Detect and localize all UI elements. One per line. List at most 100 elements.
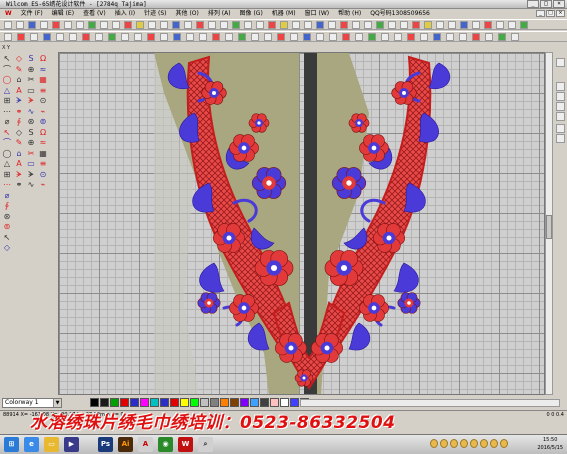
palette-tool-icon[interactable]: ≡: [38, 86, 48, 96]
color-swatch[interactable]: [130, 398, 139, 407]
palette-tool-icon[interactable]: ◇: [14, 54, 24, 64]
color-swatch[interactable]: [280, 398, 289, 407]
tray-icon[interactable]: [500, 439, 508, 448]
toolbar-button[interactable]: [238, 33, 246, 41]
horizontal-scrollbar[interactable]: [300, 399, 560, 407]
palette-tool-icon[interactable]: ⊚: [38, 117, 48, 127]
toolbar-button[interactable]: [112, 21, 120, 29]
palette-tool-icon[interactable]: ⌀: [2, 117, 12, 127]
app-menu-icon[interactable]: W: [2, 9, 18, 18]
illustrator-icon[interactable]: Ai: [118, 437, 133, 452]
palette-tool-icon[interactable]: ⊙: [38, 170, 48, 180]
side-tool-button[interactable]: [556, 124, 565, 133]
toolbar-button[interactable]: [400, 21, 408, 29]
toolbar-button[interactable]: [472, 21, 480, 29]
toolbar-button[interactable]: [511, 33, 519, 41]
toolbar-button[interactable]: [407, 33, 415, 41]
palette-tool-icon[interactable]: ⌒: [2, 65, 12, 75]
menu-window[interactable]: 窗口 (W): [302, 9, 336, 18]
toolbar-button[interactable]: [88, 21, 96, 29]
palette-tool-icon[interactable]: ᗘ: [26, 170, 36, 180]
toolbar-button[interactable]: [352, 21, 360, 29]
palette-tool-icon[interactable]: ◇: [2, 243, 12, 253]
toolbar-button[interactable]: [433, 33, 441, 41]
palette-tool-icon[interactable]: ⌁: [38, 107, 48, 117]
side-tool-button[interactable]: [556, 82, 565, 91]
toolbar-button[interactable]: [232, 21, 240, 29]
toolbar-button[interactable]: [304, 21, 312, 29]
toolbar-button[interactable]: [508, 21, 516, 29]
tray-icon[interactable]: [490, 439, 498, 448]
toolbar-button[interactable]: [498, 33, 506, 41]
tray-icon[interactable]: [450, 439, 458, 448]
palette-tool-icon[interactable]: A: [14, 86, 24, 96]
palette-tool-icon[interactable]: ▭: [26, 86, 36, 96]
toolbar-button[interactable]: [4, 33, 12, 41]
palette-tool-icon[interactable]: ⋯: [2, 107, 12, 117]
toolbar-button[interactable]: [147, 33, 155, 41]
palette-tool-icon[interactable]: ▦: [38, 75, 48, 85]
palette-tool-icon[interactable]: ⌀: [2, 191, 12, 201]
toolbar-button[interactable]: [485, 33, 493, 41]
palette-tool-icon[interactable]: ⊞: [2, 96, 12, 106]
mdi-close-button[interactable]: ×: [556, 10, 565, 17]
toolbar-button[interactable]: [420, 33, 428, 41]
toolbar-button[interactable]: [43, 33, 51, 41]
palette-tool-icon[interactable]: ≡: [38, 159, 48, 169]
toolbar-button[interactable]: [108, 33, 116, 41]
toolbar-button[interactable]: [52, 21, 60, 29]
toolbar-button[interactable]: [364, 21, 372, 29]
toolbar-button[interactable]: [40, 21, 48, 29]
palette-tool-icon[interactable]: ⚭: [14, 180, 24, 190]
palette-tool-icon[interactable]: ∮: [14, 117, 24, 127]
menu-file[interactable]: 文件 (F): [18, 9, 49, 18]
acrobat-icon[interactable]: A: [138, 437, 153, 452]
color-swatch[interactable]: [260, 398, 269, 407]
palette-tool-icon[interactable]: ⌂: [14, 149, 24, 159]
palette-tool-icon[interactable]: ⊚: [2, 222, 12, 232]
toolbar-button[interactable]: [69, 33, 77, 41]
toolbar-button[interactable]: [376, 21, 384, 29]
toolbar-button[interactable]: [28, 21, 36, 29]
toolbar-button[interactable]: [460, 21, 468, 29]
palette-tool-icon[interactable]: A: [14, 159, 24, 169]
palette-tool-icon[interactable]: ◯: [2, 75, 12, 85]
palette-tool-icon[interactable]: ⌂: [14, 75, 24, 85]
color-swatch[interactable]: [150, 398, 159, 407]
palette-tool-icon[interactable]: Ω: [38, 128, 48, 138]
toolbar-button[interactable]: [76, 21, 84, 29]
toolbar-button[interactable]: [30, 33, 38, 41]
palette-tool-icon[interactable]: ⊛: [26, 117, 36, 127]
toolbar-button[interactable]: [136, 21, 144, 29]
palette-tool-icon[interactable]: ◯: [2, 149, 12, 159]
toolbar-button[interactable]: [220, 21, 228, 29]
media-player-icon[interactable]: ▶: [64, 437, 79, 452]
palette-tool-icon[interactable]: ▦: [38, 149, 48, 159]
palette-tool-icon[interactable]: ⊙: [38, 96, 48, 106]
menu-edit[interactable]: 编辑 (E): [49, 9, 80, 18]
toolbar-button[interactable]: [196, 21, 204, 29]
palette-tool-icon[interactable]: S: [26, 128, 36, 138]
toolbar-button[interactable]: [225, 33, 233, 41]
palette-tool-icon[interactable]: ∮: [2, 201, 12, 211]
toolbar-button[interactable]: [459, 33, 467, 41]
color-swatch[interactable]: [110, 398, 119, 407]
toolbar-button[interactable]: [280, 21, 288, 29]
toolbar-button[interactable]: [381, 33, 389, 41]
toolbar-button[interactable]: [448, 21, 456, 29]
toolbar-button[interactable]: [355, 33, 363, 41]
close-button[interactable]: ×: [553, 0, 565, 8]
menu-view[interactable]: 查看 (V): [80, 9, 112, 18]
side-tool-button[interactable]: [556, 58, 565, 67]
maximize-button[interactable]: □: [540, 0, 552, 8]
minimize-button[interactable]: _: [527, 0, 539, 8]
palette-tool-icon[interactable]: ✂: [26, 149, 36, 159]
palette-tool-icon[interactable]: ✎: [14, 138, 24, 148]
toolbar-button[interactable]: [472, 33, 480, 41]
toolbar-button[interactable]: [17, 33, 25, 41]
wilcom-icon[interactable]: W: [178, 437, 193, 452]
toolbar-button[interactable]: [4, 21, 12, 29]
palette-tool-icon[interactable]: ⚭: [14, 107, 24, 117]
toolbar-button[interactable]: [100, 21, 108, 29]
design-canvas[interactable]: [58, 52, 545, 395]
